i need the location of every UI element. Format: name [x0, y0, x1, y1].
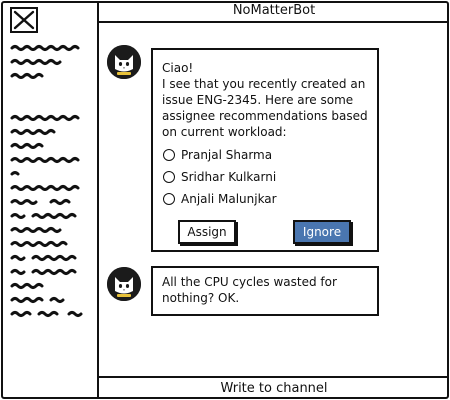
sidebar-placeholder-text [10, 43, 87, 83]
assignee-option[interactable]: Anjali Malunjkar [163, 191, 277, 207]
cat-avatar-icon [107, 267, 141, 301]
message-text: Ciao! I see that you recently created an… [162, 60, 374, 140]
close-icon[interactable] [10, 7, 38, 33]
assign-button[interactable]: Assign [178, 220, 236, 244]
channel-header: NoMatterBot [99, 1, 449, 23]
message-greeting: Ciao! [162, 61, 194, 75]
cat-avatar-icon [107, 45, 141, 79]
radio-button[interactable] [163, 193, 175, 205]
sidebar [1, 1, 99, 399]
assignee-option-label: Sridhar Kulkarni [181, 170, 277, 184]
message-input-label: Write to channel [220, 381, 328, 396]
bot-message-reply: All the CPU cycles wasted for nothing? O… [151, 266, 379, 316]
message-body: I see that you recently created an issue… [162, 77, 368, 139]
message-input[interactable]: Write to channel [99, 376, 449, 399]
page-title: NoMatterBot [232, 3, 316, 18]
radio-button[interactable] [163, 171, 175, 183]
message-body: All the CPU cycles wasted for nothing? O… [162, 275, 337, 305]
radio-button[interactable] [163, 149, 175, 161]
sidebar-placeholder-text [10, 113, 87, 363]
assignee-option[interactable]: Pranjal Sharma [163, 147, 272, 163]
assignee-option-label: Anjali Malunjkar [181, 192, 277, 206]
bot-message-recommendations: Ciao! I see that you recently created an… [151, 48, 379, 252]
ignore-button[interactable]: Ignore [293, 220, 351, 244]
assignee-option[interactable]: Sridhar Kulkarni [163, 169, 276, 185]
assignee-option-label: Pranjal Sharma [181, 148, 273, 162]
